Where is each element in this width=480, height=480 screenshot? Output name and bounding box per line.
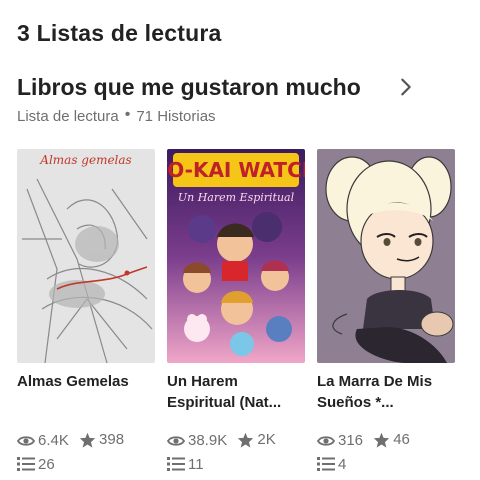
book-card[interactable]: YO-KAI WATCH Un Harem Espiritual [167, 149, 305, 477]
cover-art-sketch [17, 149, 155, 363]
cover-art-anime: YO-KAI WATCH Un Harem Espiritual [167, 149, 305, 363]
read-count: 316 [338, 432, 364, 449]
list-icon [317, 457, 335, 471]
section-title: 3 Listas de lectura [17, 20, 222, 46]
reading-list-title[interactable]: Libros que me gustaron mucho [17, 74, 361, 101]
list-icon [167, 457, 185, 471]
read-count: 6.4K [38, 432, 69, 449]
star-icon [79, 432, 96, 448]
star-icon [238, 432, 254, 448]
book-title[interactable]: Un Harem Espiritual (Nat... [167, 371, 305, 415]
book-card[interactable]: Almas gemelas Almas Gemelas 6.4K 398 26 [17, 149, 155, 477]
cover-subtitle-text: Un Harem Espiritual [178, 191, 295, 204]
book-title[interactable]: Almas Gemelas [17, 371, 155, 415]
cover-logo-text: YO-KAI WATCH [167, 158, 305, 182]
separator-dot: • [124, 105, 131, 123]
book-card[interactable]: La Marra De Mis Sueños *... 316 46 4 [317, 149, 455, 477]
list-icon [17, 457, 35, 471]
cover-title-text: Almas gemelas [40, 153, 132, 167]
part-count: 26 [38, 455, 55, 473]
vote-count: 2K [257, 431, 276, 448]
star-icon [374, 432, 390, 448]
list-type-label: Lista de lectura [17, 108, 119, 125]
eye-icon [167, 435, 185, 446]
read-count: 38.9K [188, 432, 228, 449]
cover-art-character [317, 149, 455, 363]
vote-count: 46 [393, 431, 410, 448]
vote-count: 398 [99, 431, 125, 448]
book-cover[interactable]: Almas gemelas [17, 149, 155, 363]
book-list: Almas gemelas Almas Gemelas 6.4K 398 26 [17, 149, 467, 477]
book-cover[interactable]: YO-KAI WATCH Un Harem Espiritual [167, 149, 305, 363]
book-cover[interactable] [317, 149, 455, 363]
book-stats: 316 46 4 [317, 429, 455, 477]
book-stats: 38.9K 2K 11 [167, 429, 305, 477]
part-count: 4 [338, 455, 347, 473]
eye-icon [17, 435, 35, 446]
eye-icon [317, 435, 335, 446]
book-title[interactable]: La Marra De Mis Sueños *... [317, 371, 455, 415]
reading-list-meta: Lista de lectura • 71 Historias [17, 105, 216, 125]
story-count: 71 Historias [136, 108, 216, 125]
part-count: 11 [188, 455, 204, 473]
chevron-right-icon[interactable] [395, 76, 417, 98]
book-stats: 6.4K 398 26 [17, 429, 155, 477]
reading-list-header[interactable]: Libros que me gustaron mucho [17, 70, 467, 104]
